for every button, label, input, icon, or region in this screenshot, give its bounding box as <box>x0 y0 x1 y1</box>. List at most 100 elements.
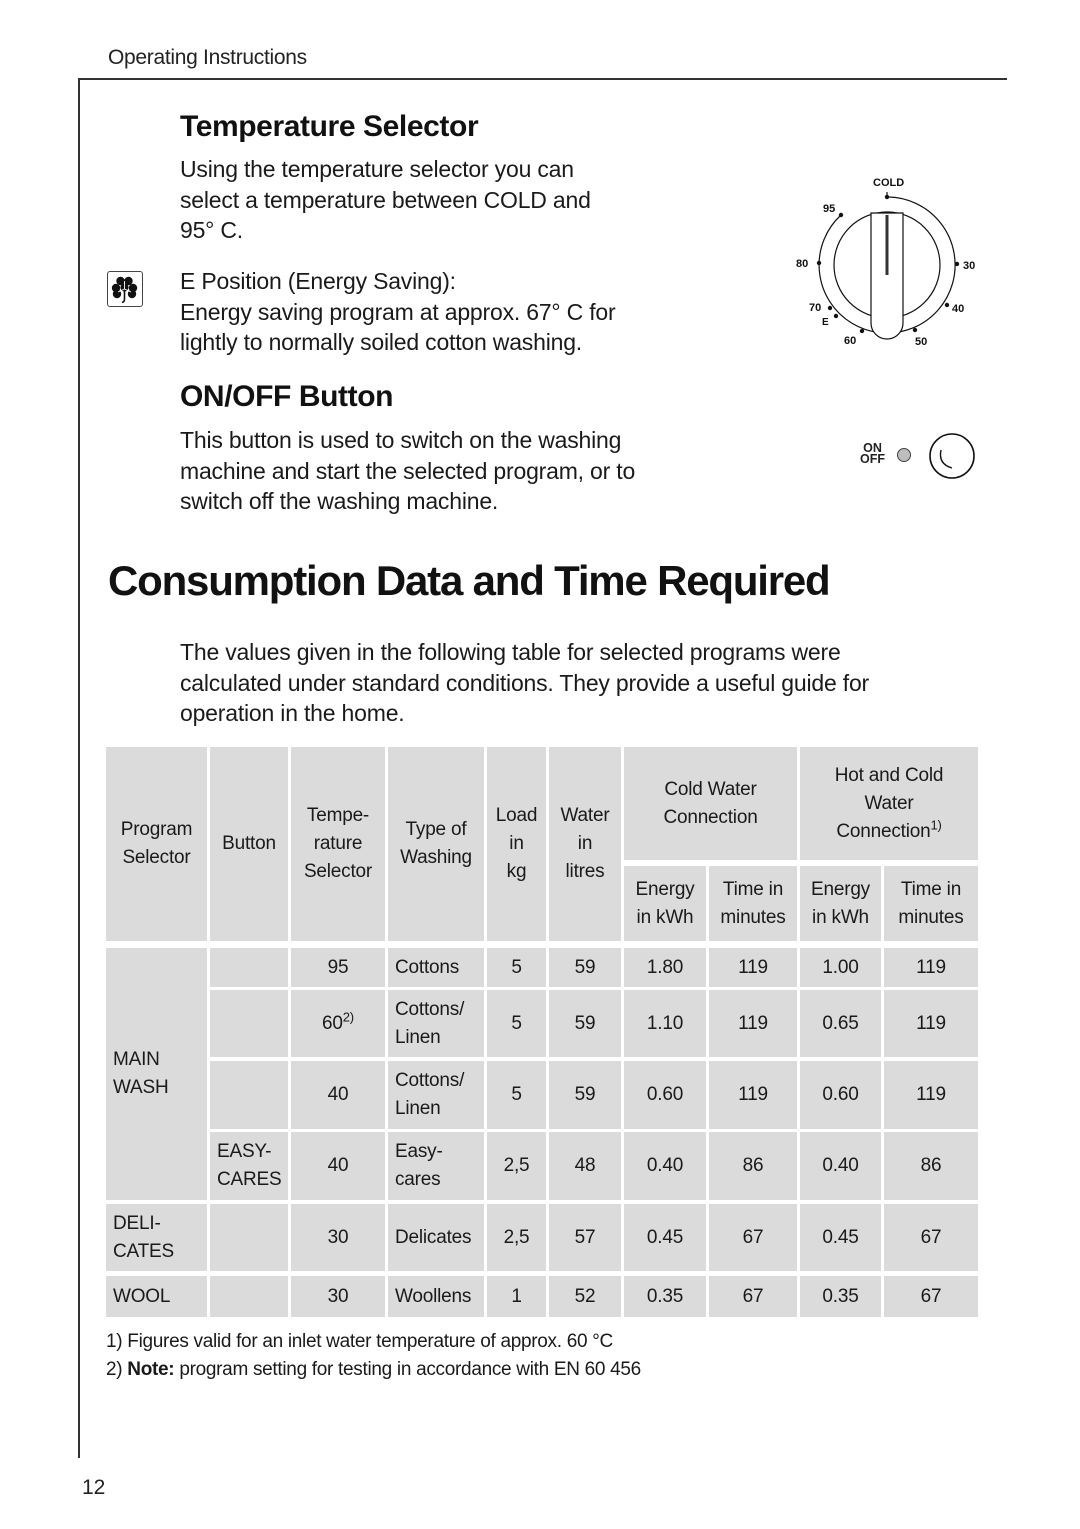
cell-cold-energy: 0.45 <box>624 1204 706 1271</box>
temperature-selector-heading: Temperature Selector <box>180 110 479 143</box>
cell-water: 52 <box>549 1276 621 1317</box>
cell-button <box>210 1276 288 1317</box>
cell-type: Woollens <box>388 1276 484 1317</box>
cell-cold-energy: 0.40 <box>624 1132 706 1200</box>
cell-temp: 30 <box>291 1276 385 1317</box>
cell-load: 5 <box>487 948 546 987</box>
cell-button: EASY- CARES <box>210 1132 288 1200</box>
cell-cold-energy: 0.60 <box>624 1061 706 1129</box>
cell-hot-energy: 0.40 <box>800 1132 881 1200</box>
header-program-selector: Program Selector <box>106 747 207 941</box>
cell-load: 1 <box>487 1276 546 1317</box>
cell-type: Easy-cares <box>388 1132 484 1200</box>
page-number: 12 <box>82 1476 106 1499</box>
text-line: switch off the washing machine. <box>180 488 499 514</box>
dial-label-40: 40 <box>952 303 964 315</box>
footnotes: 1) Figures valid for an inlet water temp… <box>106 1328 641 1384</box>
cell-hot-energy: 0.65 <box>800 990 881 1057</box>
indicator-light-icon <box>897 448 911 462</box>
header-water: Water in litres <box>549 747 621 941</box>
cell-temp: 602) <box>291 990 385 1057</box>
cell-temp: 95 <box>291 948 385 987</box>
e-position-heading: E Position (Energy Saving): <box>180 268 456 294</box>
text-line: 95° C. <box>180 217 243 243</box>
footnote-ref: 2) <box>342 1009 354 1025</box>
cell-cold-energy: 1.10 <box>624 990 706 1057</box>
cell-temp: 40 <box>291 1061 385 1129</box>
off-label: OFF <box>860 452 885 466</box>
cell-load: 5 <box>487 1061 546 1129</box>
text-line: This button is used to switch on the was… <box>180 427 622 453</box>
cell-hot-time: 86 <box>884 1132 978 1200</box>
cell-water: 59 <box>549 990 621 1057</box>
cell-water: 59 <box>549 948 621 987</box>
text-line: lightly to normally soiled cotton washin… <box>180 329 582 355</box>
cell-hot-energy: 1.00 <box>800 948 881 987</box>
cell-cold-time: 67 <box>709 1276 797 1317</box>
header-load: Load in kg <box>487 747 546 941</box>
text-line: The values given in the following table … <box>180 639 841 665</box>
cell-hot-time: 119 <box>884 948 978 987</box>
on-off-heading: ON/OFF Button <box>180 380 394 413</box>
header-cold-energy: Energy in kWh <box>624 866 706 941</box>
cell-temp: 40 <box>291 1132 385 1200</box>
cell-hot-time: 67 <box>884 1276 978 1317</box>
dial-label-95: 95 <box>823 203 835 215</box>
cell-type: Delicates <box>388 1204 484 1271</box>
program-group-main-wash: MAIN WASH <box>106 948 207 1200</box>
cell-type: Cottons/Linen <box>388 1061 484 1129</box>
cell-water: 59 <box>549 1061 621 1129</box>
header-hot-time: Time in minutes <box>884 866 978 941</box>
cell-load: 2,5 <box>487 1132 546 1200</box>
cell-type: Cottons/Linen <box>388 990 484 1057</box>
on-off-label: ON OFF <box>860 442 885 466</box>
text-line: machine and start the selected program, … <box>180 457 636 484</box>
program-group-wool: WOOL <box>106 1276 207 1317</box>
dial-label-60: 60 <box>844 335 856 347</box>
cell-button <box>210 1061 288 1129</box>
cell-hot-time: 119 <box>884 1061 978 1129</box>
shamrock-icon <box>107 271 143 307</box>
e-position-section: E Position (Energy Saving): Energy savin… <box>180 266 616 358</box>
cell-cold-time: 119 <box>709 990 797 1057</box>
footnote-2: 2) Note: program setting for testing in … <box>106 1359 641 1380</box>
program-group-delicates: DELI- CATES <box>106 1204 207 1271</box>
cell-hot-time: 67 <box>884 1204 978 1271</box>
cell-load: 2,5 <box>487 1204 546 1271</box>
text-line: Energy saving program at approx. 67° C f… <box>180 298 616 325</box>
header-type-of-washing: Type of Washing <box>388 747 484 941</box>
cell-load: 5 <box>487 990 546 1057</box>
cell-hot-energy: 0.45 <box>800 1204 881 1271</box>
header-rule <box>78 78 1007 80</box>
on-off-description: This button is used to switch on the was… <box>180 425 635 517</box>
footnote-1: 1) Figures valid for an inlet water temp… <box>106 1331 613 1352</box>
cell-button <box>210 990 288 1057</box>
cell-cold-time: 119 <box>709 1061 797 1129</box>
dial-label-70: 70 <box>809 302 821 314</box>
margin-rule <box>78 78 80 1458</box>
cell-hot-time: 119 <box>884 990 978 1057</box>
cell-type: Cottons <box>388 948 484 987</box>
header-cold-water-connection: Cold Water Connection <box>624 747 797 860</box>
dial-label-30: 30 <box>963 260 975 272</box>
cell-cold-energy: 1.80 <box>624 948 706 987</box>
cell-water: 48 <box>549 1132 621 1200</box>
header-hot-cold-connection: Hot and Cold Water Connection1) <box>800 747 978 860</box>
cell-cold-time: 119 <box>709 948 797 987</box>
dial-label-e: E <box>822 317 829 328</box>
consumption-intro: The values given in the following table … <box>180 637 869 729</box>
cell-button <box>210 948 288 987</box>
text-line: calculated under standard conditions. Th… <box>180 669 870 696</box>
header-hot-energy: Energy in kWh <box>800 866 881 941</box>
temperature-selector-description: Using the temperature selector you can s… <box>180 154 591 246</box>
cell-cold-time: 67 <box>709 1204 797 1271</box>
footnote-ref: 1) <box>930 817 942 833</box>
cell-hot-energy: 0.35 <box>800 1276 881 1317</box>
dial-label-cold: COLD <box>873 177 904 189</box>
cell-cold-energy: 0.35 <box>624 1276 706 1317</box>
header-cold-time: Time in minutes <box>709 866 797 941</box>
cell-hot-energy: 0.60 <box>800 1061 881 1129</box>
dial-label-80: 80 <box>796 258 808 270</box>
power-button-icon[interactable] <box>928 432 976 480</box>
text-line: operation in the home. <box>180 700 405 726</box>
